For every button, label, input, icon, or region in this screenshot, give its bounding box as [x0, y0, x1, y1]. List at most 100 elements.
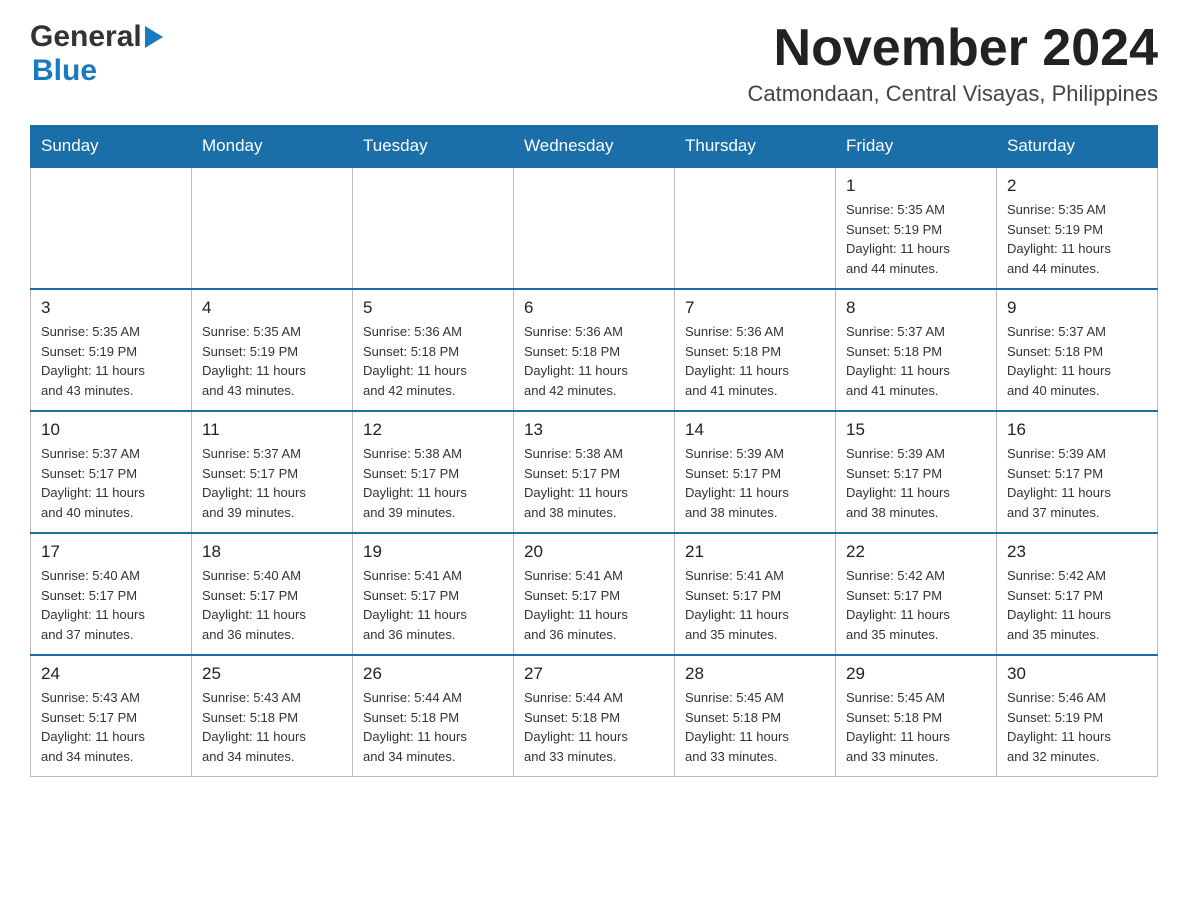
- day-info: Sunrise: 5:35 AMSunset: 5:19 PMDaylight:…: [846, 200, 986, 278]
- title-area: November 2024 Catmondaan, Central Visaya…: [748, 20, 1159, 107]
- table-row: 20Sunrise: 5:41 AMSunset: 5:17 PMDayligh…: [514, 533, 675, 655]
- day-info: Sunrise: 5:45 AMSunset: 5:18 PMDaylight:…: [846, 688, 986, 766]
- day-number: 29: [846, 664, 986, 684]
- day-number: 15: [846, 420, 986, 440]
- calendar-week-row: 24 Sunrise: 5:43 AMSunset: 5:17 PMDayligh…: [31, 655, 1158, 777]
- table-row: 27 Sunrise: 5:44 AMSunset: 5:18 PMDayligh…: [514, 655, 675, 777]
- table-row: 25 Sunrise: 5:43 AMSunset: 5:18 PMDayligh…: [192, 655, 353, 777]
- table-row: 7 Sunrise: 5:36 AMSunset: 5:18 PMDaylight…: [675, 289, 836, 411]
- day-info: Sunrise: 5:45 AMSunset: 5:18 PMDaylight:…: [685, 688, 825, 766]
- day-number: 23: [1007, 542, 1147, 562]
- day-info: Sunrise: 5:37 AMSunset: 5:18 PMDaylight:…: [1007, 322, 1147, 400]
- day-info: Sunrise: 5:46 AMSunset: 5:19 PMDaylight:…: [1007, 688, 1147, 766]
- table-row: 13 Sunrise: 5:38 AMSunset: 5:17 PMDayligh…: [514, 411, 675, 533]
- day-number: 12: [363, 420, 503, 440]
- day-info: Sunrise: 5:36 AMSunset: 5:18 PMDaylight:…: [685, 322, 825, 400]
- table-row: 11Sunrise: 5:37 AMSunset: 5:17 PMDayligh…: [192, 411, 353, 533]
- day-number: 17: [41, 542, 181, 562]
- day-info: Sunrise: 5:38 AMSunset: 5:17 PMDaylight:…: [524, 444, 664, 522]
- page-header: General Blue November 2024 Catmondaan, C…: [30, 20, 1158, 107]
- table-row: [675, 167, 836, 289]
- calendar-week-row: 3 Sunrise: 5:35 AMSunset: 5:19 PMDaylight…: [31, 289, 1158, 411]
- col-monday: Monday: [192, 126, 353, 168]
- day-number: 20: [524, 542, 664, 562]
- table-row: 2Sunrise: 5:35 AMSunset: 5:19 PMDaylight…: [997, 167, 1158, 289]
- day-info: Sunrise: 5:35 AMSunset: 5:19 PMDaylight:…: [1007, 200, 1147, 278]
- day-info: Sunrise: 5:39 AMSunset: 5:17 PMDaylight:…: [846, 444, 986, 522]
- month-title: November 2024: [748, 20, 1159, 77]
- table-row: 22 Sunrise: 5:42 AMSunset: 5:17 PMDayligh…: [836, 533, 997, 655]
- location-title: Catmondaan, Central Visayas, Philippines: [748, 81, 1159, 107]
- table-row: [514, 167, 675, 289]
- calendar-week-row: 17 Sunrise: 5:40 AMSunset: 5:17 PMDayligh…: [31, 533, 1158, 655]
- col-thursday: Thursday: [675, 126, 836, 168]
- col-saturday: Saturday: [997, 126, 1158, 168]
- day-info: Sunrise: 5:38 AMSunset: 5:17 PMDaylight:…: [363, 444, 503, 522]
- day-info: Sunrise: 5:39 AMSunset: 5:17 PMDaylight:…: [685, 444, 825, 522]
- day-info: Sunrise: 5:40 AMSunset: 5:17 PMDaylight:…: [41, 566, 181, 644]
- day-info: Sunrise: 5:36 AMSunset: 5:18 PMDaylight:…: [524, 322, 664, 400]
- day-info: Sunrise: 5:42 AMSunset: 5:17 PMDaylight:…: [846, 566, 986, 644]
- day-number: 1: [846, 176, 986, 196]
- day-number: 10: [41, 420, 181, 440]
- table-row: 17 Sunrise: 5:40 AMSunset: 5:17 PMDayligh…: [31, 533, 192, 655]
- table-row: 10 Sunrise: 5:37 AMSunset: 5:17 PMDayligh…: [31, 411, 192, 533]
- table-row: 3Sunrise: 5:35 AMSunset: 5:19 PMDaylight…: [31, 289, 192, 411]
- table-row: 1 Sunrise: 5:35 AMSunset: 5:19 PMDaylight…: [836, 167, 997, 289]
- day-number: 13: [524, 420, 664, 440]
- table-row: 21Sunrise: 5:41 AMSunset: 5:17 PMDayligh…: [675, 533, 836, 655]
- day-number: 8: [846, 298, 986, 318]
- logo-blue-text: Blue: [32, 54, 97, 87]
- day-number: 24: [41, 664, 181, 684]
- day-number: 27: [524, 664, 664, 684]
- day-number: 4: [202, 298, 342, 318]
- col-wednesday: Wednesday: [514, 126, 675, 168]
- day-number: 3: [41, 298, 181, 318]
- day-number: 16: [1007, 420, 1147, 440]
- table-row: 5 Sunrise: 5:36 AMSunset: 5:18 PMDaylight…: [353, 289, 514, 411]
- table-row: 14Sunrise: 5:39 AMSunset: 5:17 PMDayligh…: [675, 411, 836, 533]
- day-info: Sunrise: 5:37 AMSunset: 5:17 PMDaylight:…: [41, 444, 181, 522]
- table-row: 18 Sunrise: 5:40 AMSunset: 5:17 PMDayligh…: [192, 533, 353, 655]
- table-row: 28 Sunrise: 5:45 AMSunset: 5:18 PMDayligh…: [675, 655, 836, 777]
- day-info: Sunrise: 5:41 AMSunset: 5:17 PMDaylight:…: [363, 566, 503, 644]
- day-info: Sunrise: 5:37 AMSunset: 5:18 PMDaylight:…: [846, 322, 986, 400]
- day-info: Sunrise: 5:43 AMSunset: 5:18 PMDaylight:…: [202, 688, 342, 766]
- table-row: 16 Sunrise: 5:39 AMSunset: 5:17 PMDayligh…: [997, 411, 1158, 533]
- table-row: 15 Sunrise: 5:39 AMSunset: 5:17 PMDayligh…: [836, 411, 997, 533]
- day-number: 28: [685, 664, 825, 684]
- table-row: 9 Sunrise: 5:37 AMSunset: 5:18 PMDaylight…: [997, 289, 1158, 411]
- table-row: [192, 167, 353, 289]
- day-number: 9: [1007, 298, 1147, 318]
- day-info: Sunrise: 5:40 AMSunset: 5:17 PMDaylight:…: [202, 566, 342, 644]
- day-info: Sunrise: 5:35 AMSunset: 5:19 PMDaylight:…: [202, 322, 342, 400]
- table-row: 12 Sunrise: 5:38 AMSunset: 5:17 PMDayligh…: [353, 411, 514, 533]
- day-number: 26: [363, 664, 503, 684]
- day-number: 6: [524, 298, 664, 318]
- day-info: Sunrise: 5:44 AMSunset: 5:18 PMDaylight:…: [524, 688, 664, 766]
- day-info: Sunrise: 5:42 AMSunset: 5:17 PMDaylight:…: [1007, 566, 1147, 644]
- table-row: [31, 167, 192, 289]
- day-info: Sunrise: 5:36 AMSunset: 5:18 PMDaylight:…: [363, 322, 503, 400]
- table-row: 23 Sunrise: 5:42 AMSunset: 5:17 PMDayligh…: [997, 533, 1158, 655]
- day-number: 5: [363, 298, 503, 318]
- day-info: Sunrise: 5:37 AMSunset: 5:17 PMDaylight:…: [202, 444, 342, 522]
- day-number: 19: [363, 542, 503, 562]
- day-info: Sunrise: 5:44 AMSunset: 5:18 PMDaylight:…: [363, 688, 503, 766]
- table-row: [353, 167, 514, 289]
- day-number: 21: [685, 542, 825, 562]
- day-info: Sunrise: 5:43 AMSunset: 5:17 PMDaylight:…: [41, 688, 181, 766]
- table-row: 26 Sunrise: 5:44 AMSunset: 5:18 PMDayligh…: [353, 655, 514, 777]
- calendar-header-row: Sunday Monday Tuesday Wednesday Thursday…: [31, 126, 1158, 168]
- table-row: 24 Sunrise: 5:43 AMSunset: 5:17 PMDayligh…: [31, 655, 192, 777]
- day-number: 30: [1007, 664, 1147, 684]
- table-row: 4 Sunrise: 5:35 AMSunset: 5:19 PMDaylight…: [192, 289, 353, 411]
- table-row: 30 Sunrise: 5:46 AMSunset: 5:19 PMDayligh…: [997, 655, 1158, 777]
- day-number: 22: [846, 542, 986, 562]
- day-info: Sunrise: 5:39 AMSunset: 5:17 PMDaylight:…: [1007, 444, 1147, 522]
- col-sunday: Sunday: [31, 126, 192, 168]
- day-number: 25: [202, 664, 342, 684]
- day-number: 7: [685, 298, 825, 318]
- table-row: 19 Sunrise: 5:41 AMSunset: 5:17 PMDayligh…: [353, 533, 514, 655]
- day-number: 18: [202, 542, 342, 562]
